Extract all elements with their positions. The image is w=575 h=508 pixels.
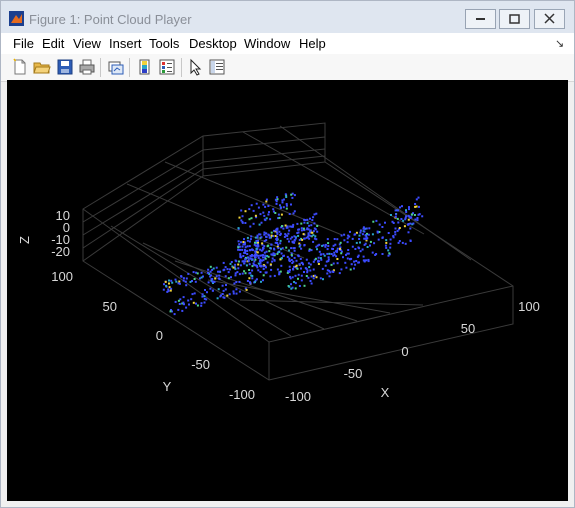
new-figure-icon[interactable]	[11, 58, 29, 76]
link-plot-icon[interactable]	[107, 58, 125, 76]
menu-file[interactable]: File	[13, 36, 34, 51]
axes-grid	[82, 122, 514, 381]
x-tick-label: -50	[344, 366, 363, 381]
y-tick-label: -100	[229, 387, 255, 402]
window-title: Figure 1: Point Cloud Player	[29, 12, 192, 27]
y-axis-label: Y	[163, 379, 172, 394]
x-tick-label: 0	[401, 344, 408, 359]
dock-arrow-icon[interactable]: ↘	[555, 37, 564, 50]
edit-plot-arrow-icon[interactable]	[187, 58, 205, 76]
menu-window[interactable]: Window	[244, 36, 290, 51]
menu-help[interactable]: Help	[299, 36, 326, 51]
toolbar-separator	[129, 58, 130, 77]
x-tick-label: -100	[285, 389, 311, 404]
figure-window: Figure 1: Point Cloud Player File Edit V…	[0, 0, 575, 508]
menu-insert[interactable]: Insert	[109, 36, 142, 51]
toolbar-separator	[100, 58, 101, 77]
print-icon[interactable]	[78, 58, 96, 76]
menu-desktop[interactable]: Desktop	[189, 36, 237, 51]
y-tick-label: 100	[51, 269, 73, 284]
save-icon[interactable]	[56, 58, 74, 76]
restore-icon	[509, 14, 520, 24]
x-axis-label: X	[381, 385, 390, 400]
x-tick-label: 50	[461, 321, 475, 336]
figure-toolbar	[1, 54, 574, 82]
minimize-button[interactable]	[465, 9, 496, 29]
y-tick-label: 0	[156, 328, 163, 343]
close-button[interactable]	[534, 9, 565, 29]
insert-legend-icon[interactable]	[158, 58, 176, 76]
menu-view[interactable]: View	[73, 36, 101, 51]
property-inspector-icon[interactable]	[208, 58, 226, 76]
y-tick-label: 50	[103, 299, 117, 314]
menu-bar: File Edit View Insert Tools Desktop Wind…	[1, 33, 574, 54]
x-tick-label: 100	[518, 299, 540, 314]
title-bar[interactable]: Figure 1: Point Cloud Player	[1, 1, 574, 33]
figure-canvas[interactable]: Z 10 0 -10 -20 100 50 0 -50 -100 Y -100 …	[7, 80, 568, 501]
menu-tools[interactable]: Tools	[149, 36, 179, 51]
minimize-icon	[476, 18, 485, 20]
open-file-icon[interactable]	[33, 58, 51, 76]
matlab-logo-icon	[9, 11, 24, 26]
axis-labels: Z 10 0 -10 -20 100 50 0 -50 -100 Y -100 …	[17, 208, 540, 404]
close-icon	[544, 13, 555, 24]
y-tick-label: -50	[191, 357, 210, 372]
z-tick-label: -20	[51, 244, 70, 259]
toolbar-separator	[181, 58, 182, 77]
z-axis-label: Z	[17, 236, 32, 244]
menu-edit[interactable]: Edit	[42, 36, 64, 51]
maximize-button[interactable]	[499, 9, 530, 29]
insert-colorbar-icon[interactable]	[136, 58, 154, 76]
point-cloud-axes[interactable]: Z 10 0 -10 -20 100 50 0 -50 -100 Y -100 …	[7, 80, 568, 501]
